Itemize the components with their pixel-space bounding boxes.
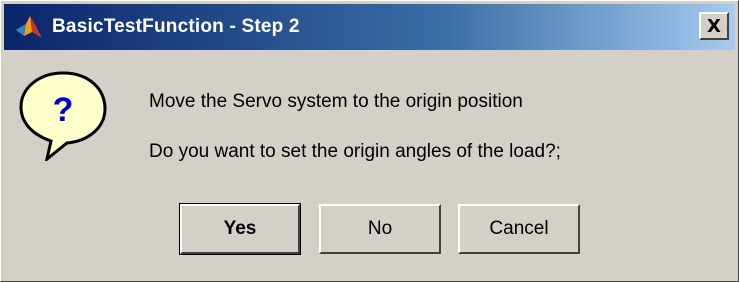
close-icon: X — [707, 15, 721, 37]
yes-button[interactable]: Yes — [179, 203, 301, 255]
question-glyph: ? — [53, 91, 74, 129]
message-line-1: Move the Servo system to the origin posi… — [149, 91, 523, 112]
close-button[interactable]: X — [699, 12, 729, 40]
matlab-logo-icon — [12, 10, 46, 44]
no-button[interactable]: No — [319, 204, 441, 254]
message-line-2: Do you want to set the origin angles of … — [149, 141, 561, 162]
window-title: BasicTestFunction - Step 2 — [52, 16, 300, 37]
dialog-window: BasicTestFunction - Step 2 X ? Move the … — [0, 0, 739, 282]
cancel-button[interactable]: Cancel — [458, 204, 580, 254]
question-icon: ? — [19, 71, 107, 161]
title-bar[interactable]: BasicTestFunction - Step 2 X — [4, 4, 735, 50]
